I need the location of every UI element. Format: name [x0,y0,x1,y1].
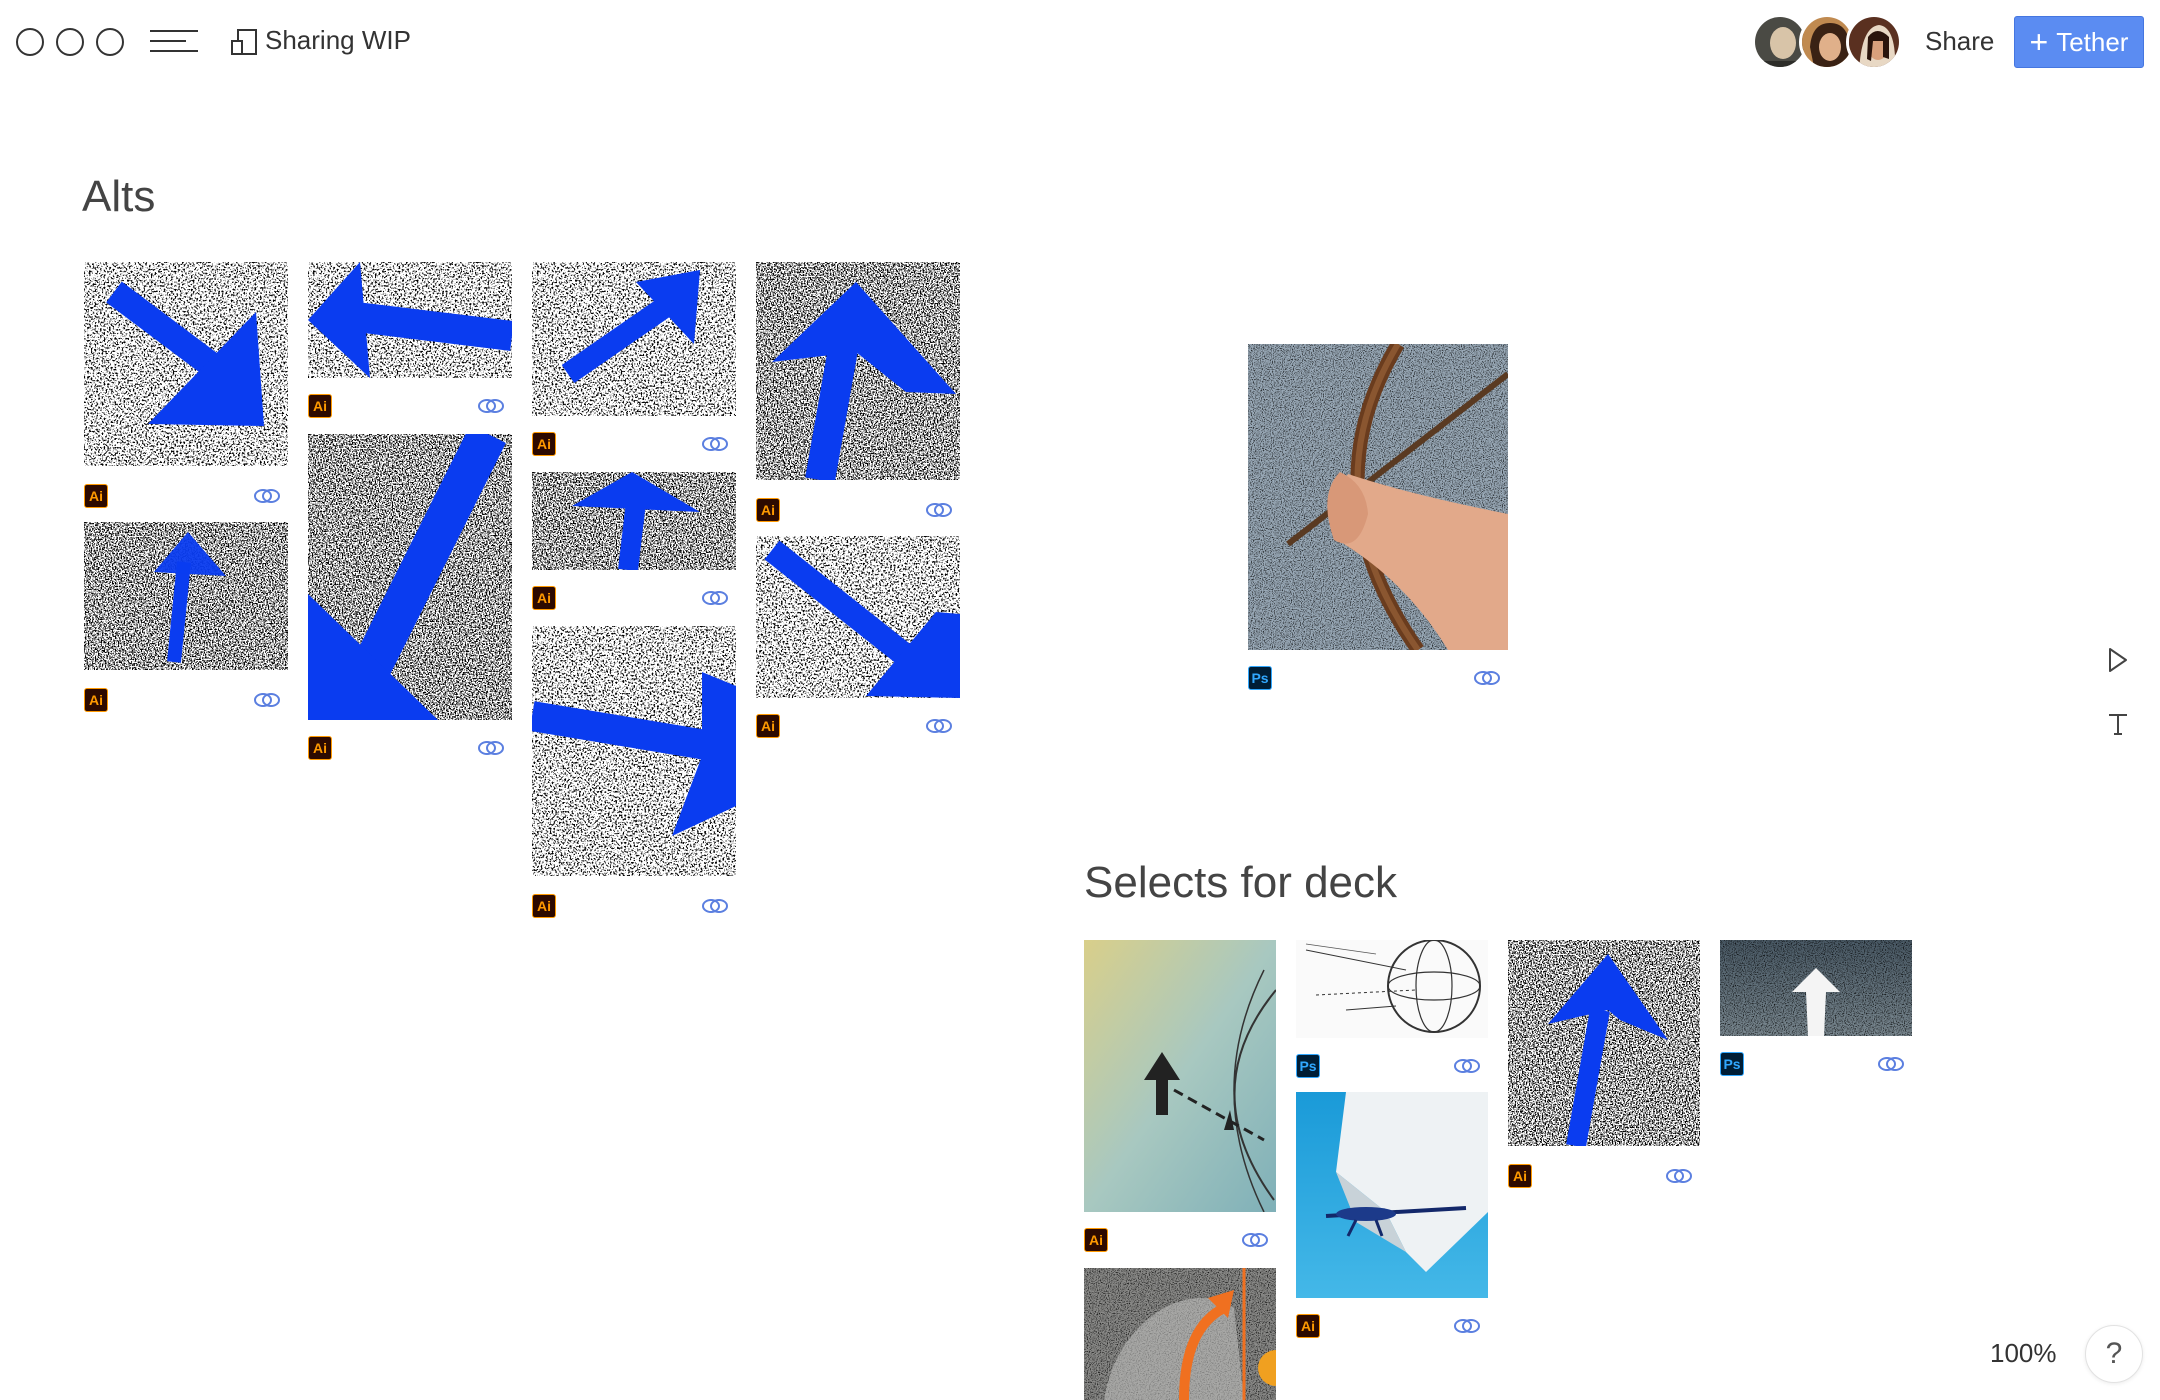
asset-thumbnail[interactable] [532,472,736,570]
asset-thumbnail[interactable] [84,522,288,670]
illustrator-badge: Ai [1084,1228,1108,1252]
asset-thumbnail[interactable] [1084,940,1276,1212]
link-icon[interactable] [1664,1166,1694,1186]
top-bar: Sharing WIP Share + Tether [0,0,2160,84]
select-tool-button[interactable] [2092,634,2144,686]
photoshop-badge: Ps [1248,666,1272,690]
tether-button[interactable]: + Tether [2014,16,2144,68]
asset-thumbnail[interactable] [1296,1092,1488,1298]
asset-thumbnail[interactable] [1508,940,1700,1146]
window-minimize-button[interactable] [56,28,84,56]
link-icon[interactable] [700,588,730,608]
asset-thumbnail[interactable] [308,434,512,720]
asset-thumbnail[interactable] [532,626,736,876]
link-icon[interactable] [1452,1056,1482,1076]
text-icon [2109,714,2127,735]
menu-icon[interactable] [150,30,198,54]
link-icon[interactable] [1472,668,1502,688]
asset-thumbnail[interactable] [756,262,960,480]
asset-thumbnail[interactable] [532,262,736,416]
section-title-alts: Alts [82,172,156,221]
collaborator-avatars [1752,14,1902,70]
illustrator-badge: Ai [756,498,780,522]
help-button[interactable]: ? [2085,1325,2143,1383]
asset-thumbnail[interactable] [756,536,960,698]
illustrator-badge: Ai [84,688,108,712]
link-icon[interactable] [252,486,282,506]
illustrator-badge: Ai [1296,1314,1320,1338]
asset-thumbnail[interactable] [1248,344,1508,650]
plus-icon: + [2029,24,2049,60]
illustrator-badge: Ai [308,394,332,418]
photoshop-badge: Ps [1296,1054,1320,1078]
illustrator-badge: Ai [308,736,332,760]
window-maximize-button[interactable] [96,28,124,56]
illustrator-badge: Ai [532,432,556,456]
illustrator-badge: Ai [532,586,556,610]
link-icon[interactable] [476,396,506,416]
link-icon[interactable] [1240,1230,1270,1250]
link-icon[interactable] [700,896,730,916]
text-tool-button[interactable] [2092,698,2144,750]
avatar[interactable] [1846,14,1902,70]
asset-thumbnail[interactable] [308,262,512,378]
link-icon[interactable] [924,500,954,520]
link-icon[interactable] [252,690,282,710]
illustrator-badge: Ai [756,714,780,738]
illustrator-badge: Ai [532,894,556,918]
link-icon[interactable] [476,738,506,758]
asset-thumbnail[interactable] [84,262,288,466]
illustrator-badge: Ai [84,484,108,508]
asset-thumbnail[interactable] [1084,1268,1276,1400]
board-title[interactable]: Sharing WIP [265,25,411,56]
share-button[interactable]: Share [1925,26,1994,57]
zoom-level[interactable]: 100% [1990,1338,2057,1369]
asset-thumbnail[interactable] [1296,940,1488,1038]
section-title-selects: Selects for deck [1084,858,1398,907]
window-close-button[interactable] [16,28,44,56]
asset-thumbnail[interactable] [1720,940,1912,1036]
illustrator-badge: Ai [1508,1164,1532,1188]
link-icon[interactable] [924,716,954,736]
photoshop-badge: Ps [1720,1052,1744,1076]
link-icon[interactable] [1452,1316,1482,1336]
pointer-icon [2109,648,2127,672]
link-icon[interactable] [1876,1054,1906,1074]
board-icon [230,28,258,56]
link-icon[interactable] [700,434,730,454]
tether-label: Tether [2056,26,2129,57]
